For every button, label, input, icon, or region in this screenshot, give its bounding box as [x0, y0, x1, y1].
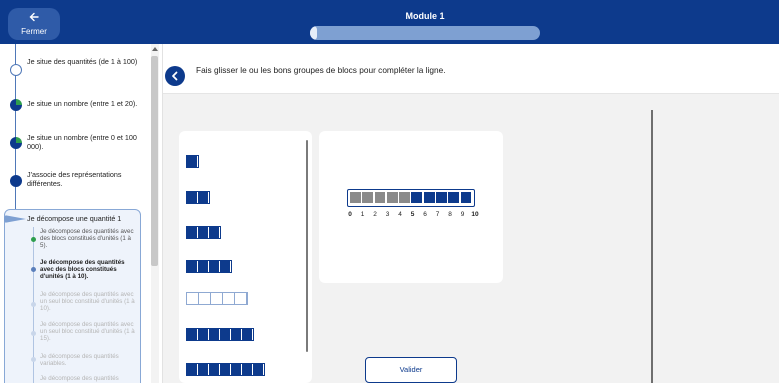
- block-group-5[interactable]: [186, 292, 248, 305]
- step-status-partial-icon: [10, 137, 22, 149]
- substep-item-locked: Je décompose des quantités: [40, 375, 119, 382]
- number-line-slot: [362, 192, 374, 203]
- number-line-slot: [350, 192, 361, 203]
- block-unit: [253, 364, 263, 375]
- collapse-sidebar-button[interactable]: [165, 66, 185, 86]
- number-line-tick-label: 7: [435, 211, 440, 218]
- step-status-empty-icon: [10, 64, 22, 76]
- number-line-slot: [399, 192, 410, 203]
- block-unit: [187, 156, 197, 167]
- number-line-tick-label: 10: [471, 211, 479, 218]
- number-line-tick-label: 1: [360, 211, 365, 218]
- substep-done-icon: [31, 237, 36, 242]
- close-button[interactable]: Fermer: [8, 8, 60, 40]
- block-group-7[interactable]: [186, 363, 265, 376]
- substep-locked-icon: [31, 302, 36, 307]
- block-unit: [220, 329, 230, 340]
- block-group-3[interactable]: [186, 226, 221, 239]
- number-line-slot: [386, 192, 398, 203]
- substep-item-locked: Je décompose des quantités variables.: [40, 353, 119, 368]
- close-label: Fermer: [21, 27, 47, 36]
- block-group-4[interactable]: [186, 260, 232, 273]
- block-unit: [187, 261, 197, 272]
- substep-locked-icon: [31, 357, 36, 362]
- sidebar-scrollbar-thumb[interactable]: [151, 56, 158, 266]
- block-unit: [199, 293, 211, 304]
- block-unit: [187, 293, 199, 304]
- number-line-tick-label: 0: [348, 211, 352, 218]
- block-unit: [231, 329, 241, 340]
- number-line-tick-label: 9: [460, 211, 465, 218]
- block-unit: [220, 261, 230, 272]
- block-unit: [187, 192, 197, 203]
- block-unit: [223, 293, 235, 304]
- chevron-left-icon: [172, 71, 178, 81]
- block-unit: [187, 364, 197, 375]
- number-line-slot: [411, 192, 423, 203]
- block-unit: [198, 329, 208, 340]
- substep-item-locked: Je décompose des quantités avec un seul …: [40, 291, 135, 313]
- block-unit: [198, 261, 208, 272]
- number-line-tick-label: 4: [398, 211, 402, 218]
- block-unit: [198, 227, 208, 238]
- substep-item[interactable]: Je décompose des quantités avec des bloc…: [40, 228, 136, 250]
- number-line-slot: [374, 192, 386, 203]
- scroll-up-arrow-icon[interactable]: [152, 47, 158, 51]
- number-line-tick-label: 3: [385, 211, 390, 218]
- block-group-2[interactable]: [186, 191, 210, 204]
- block-group-6[interactable]: [186, 328, 254, 341]
- module-progress-bar: [310, 26, 540, 40]
- block-unit: [242, 364, 252, 375]
- back-arrow-icon: [29, 12, 39, 22]
- block-unit: [242, 329, 252, 340]
- number-line-slot: [436, 192, 447, 203]
- block-group-1[interactable]: [186, 155, 199, 168]
- block-unit: [209, 364, 219, 375]
- top-bar: Fermer Module 1: [0, 0, 779, 44]
- block-unit: [198, 192, 208, 203]
- number-line-tick-label: 2: [373, 211, 377, 218]
- substep-locked-icon: [31, 331, 36, 336]
- block-unit: [198, 364, 208, 375]
- number-line-tick-label: 6: [423, 211, 427, 218]
- number-line-slot: [448, 192, 460, 203]
- module-title: Module 1: [405, 11, 445, 21]
- substep-active-icon: [31, 267, 36, 272]
- sidebar-item-situe-nombre-20[interactable]: Je situe un nombre (entre 1 et 20).: [27, 99, 145, 109]
- block-unit: [220, 364, 230, 375]
- number-line[interactable]: [347, 189, 475, 207]
- sidebar-item-situe-quantites[interactable]: Je situe des quantités (de 1 à 100): [27, 57, 145, 67]
- block-unit: [211, 293, 223, 304]
- sidebar: Je situe des quantités (de 1 à 100) Je s…: [0, 44, 162, 383]
- sidebar-item-situe-nombre-100000[interactable]: Je situe un nombre (entre 0 et 100 000).: [27, 133, 145, 151]
- number-line-tick-label: 5: [410, 211, 415, 218]
- block-unit: [231, 364, 241, 375]
- block-unit: [187, 227, 197, 238]
- block-unit: [209, 227, 219, 238]
- palette-scrollbar[interactable]: [306, 140, 308, 352]
- instruction-text: Fais glisser le ou les bons groupes de b…: [196, 65, 446, 75]
- block-palette: [179, 131, 312, 383]
- block-unit: [209, 329, 219, 340]
- block-unit: [187, 329, 197, 340]
- substep-item-locked: Je décompose des quantités avec un seul …: [40, 321, 135, 343]
- current-step-title[interactable]: Je décompose une quantité 1: [27, 214, 121, 223]
- step-status-done-icon: [10, 175, 22, 187]
- number-line-card: [319, 131, 503, 283]
- number-line-slot: [423, 192, 435, 203]
- drop-zone-divider: [651, 110, 653, 383]
- module-progress-fill: [310, 26, 317, 40]
- number-line-slot: [460, 192, 472, 203]
- number-line-tick-label: 8: [448, 211, 452, 218]
- validate-button[interactable]: Valider: [365, 357, 457, 383]
- block-unit: [209, 261, 219, 272]
- sidebar-item-associe[interactable]: J'associe des représentations différente…: [27, 170, 145, 188]
- block-unit: [235, 293, 247, 304]
- substep-item-active[interactable]: Je décompose des quantités avec des bloc…: [40, 259, 136, 281]
- step-status-partial-icon: [10, 99, 22, 111]
